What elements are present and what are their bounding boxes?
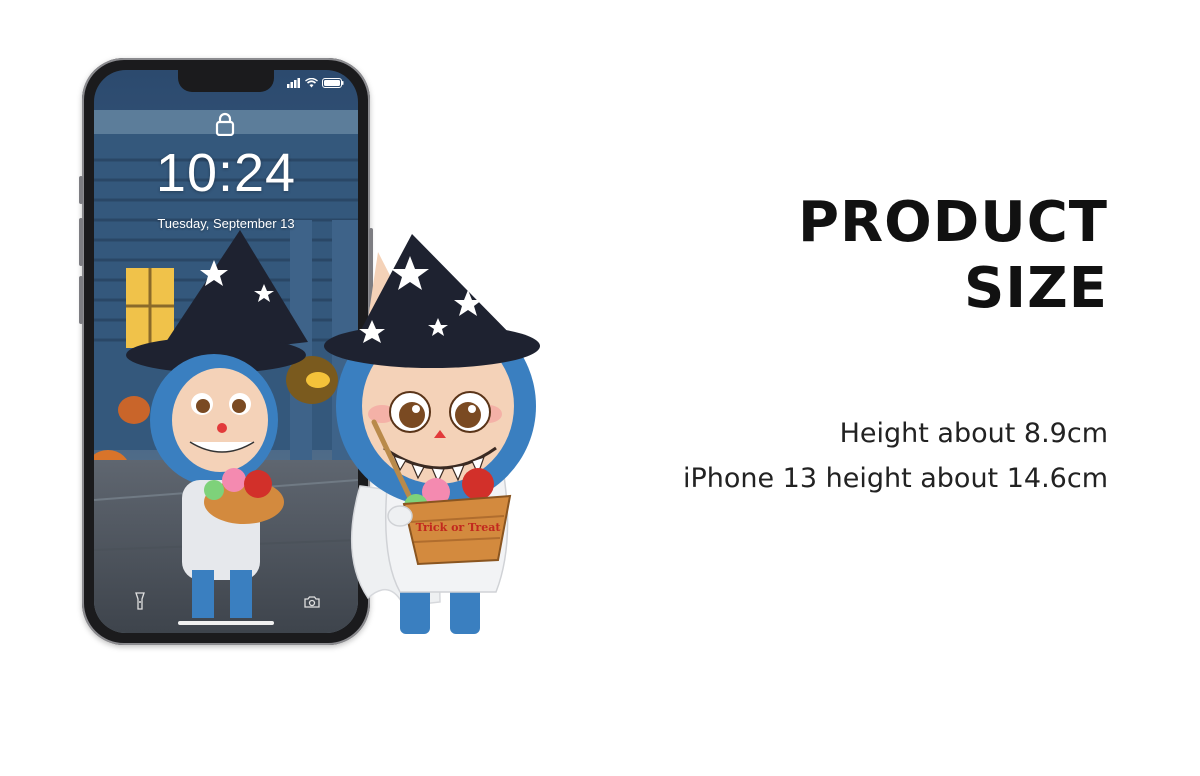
figure-witch-hat: [324, 234, 540, 368]
lock-screen: 10:24 Tuesday, September 13: [94, 70, 358, 633]
camera-icon[interactable]: [304, 595, 320, 608]
battery-icon: [322, 78, 344, 88]
volume-up-button: [79, 218, 83, 266]
figure-height-spec: Height about 8.9cm: [839, 418, 1108, 449]
cellular-signal-icon: [287, 78, 300, 88]
volume-down-button: [79, 276, 83, 324]
flashlight-icon[interactable]: [134, 592, 146, 610]
lock-icon: [215, 112, 235, 136]
wifi-icon: [305, 78, 318, 88]
basket-label: Trick or Treat: [416, 521, 502, 534]
phone-height-spec: iPhone 13 height about 14.6cm: [682, 463, 1108, 494]
product-size-heading: PRODUCT SIZE: [798, 190, 1108, 322]
phone-notch: [178, 70, 274, 92]
home-indicator: [178, 621, 274, 625]
labubu-witch-figure: Trick or Treat: [324, 234, 540, 634]
lock-screen-time: 10:24: [155, 143, 297, 203]
heading-line-2: SIZE: [963, 256, 1108, 321]
status-bar: [287, 78, 344, 88]
mute-switch: [79, 176, 83, 204]
lock-screen-date: Tuesday, September 13: [157, 216, 295, 231]
heading-line-1: PRODUCT: [797, 190, 1108, 255]
